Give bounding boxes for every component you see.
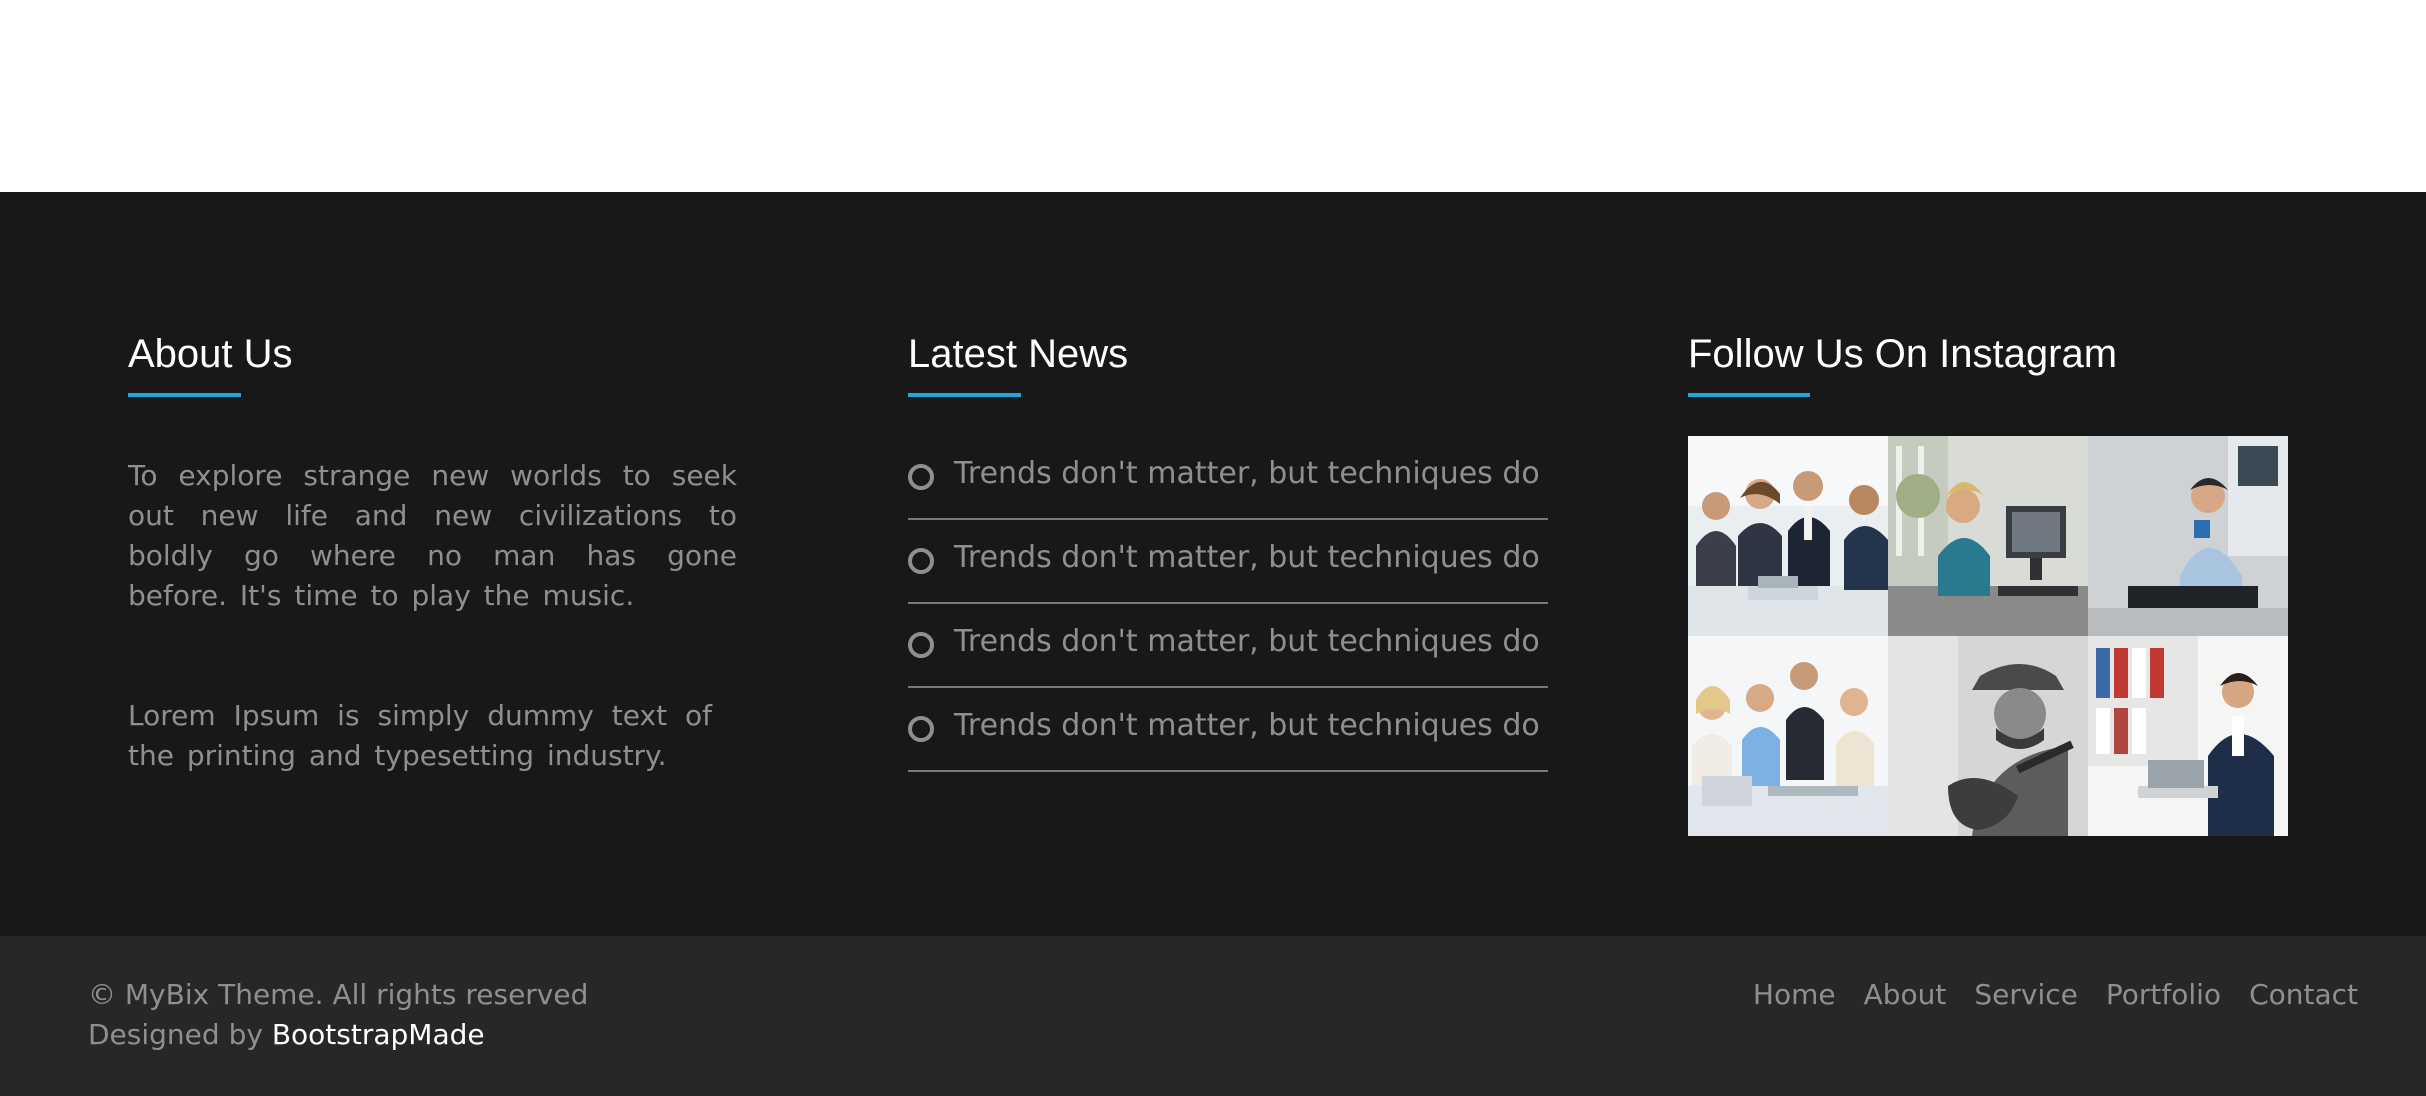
footer-nav-about[interactable]: About bbox=[1864, 975, 1947, 1015]
man-at-laptop-photo[interactable] bbox=[2088, 636, 2288, 836]
guitarist-image bbox=[1888, 636, 2088, 836]
news-item[interactable]: Trends don't matter, but techniques do bbox=[908, 436, 1548, 520]
woman-at-computer-photo[interactable] bbox=[1888, 436, 2088, 636]
news-title: Latest News bbox=[908, 332, 1129, 376]
designed-by-prefix: Designed by bbox=[88, 1018, 272, 1051]
team-meeting-image bbox=[1688, 436, 1888, 636]
circle-icon bbox=[908, 632, 934, 658]
news-list: Trends don't matter, but techniques do T… bbox=[908, 436, 1548, 772]
guitarist-photo[interactable] bbox=[1888, 636, 2088, 836]
news-item[interactable]: Trends don't matter, but techniques do bbox=[908, 688, 1548, 772]
footer-nav-home[interactable]: Home bbox=[1753, 975, 1836, 1015]
news-item[interactable]: Trends don't matter, but techniques do bbox=[908, 604, 1548, 688]
news-item-text[interactable]: Trends don't matter, but techniques do bbox=[954, 622, 1540, 662]
designed-by-text: Designed by BootstrapMade bbox=[88, 1015, 485, 1055]
footer-nav-contact[interactable]: Contact bbox=[2249, 975, 2358, 1015]
top-blank-area bbox=[0, 0, 2426, 192]
team-meeting-photo[interactable] bbox=[1688, 436, 1888, 636]
news-title-underline bbox=[908, 393, 1021, 397]
copyright-text: © MyBix Theme. All rights reserved bbox=[88, 978, 589, 1011]
circle-icon bbox=[908, 548, 934, 574]
instagram-title-underline bbox=[1688, 393, 1810, 397]
office-team-photo[interactable] bbox=[1688, 636, 1888, 836]
circle-icon bbox=[908, 716, 934, 742]
footer-nav: Home About Service Portfolio Contact bbox=[1753, 975, 2358, 1015]
office-team-image bbox=[1688, 636, 1888, 836]
news-item[interactable]: Trends don't matter, but techniques do bbox=[908, 520, 1548, 604]
man-with-coffee-photo[interactable] bbox=[2088, 436, 2288, 636]
about-paragraph-secondary: Lorem Ipsum is simply dummy text of the … bbox=[128, 699, 712, 772]
woman-at-computer-image bbox=[1888, 436, 2088, 636]
footer-nav-portfolio[interactable]: Portfolio bbox=[2106, 975, 2221, 1015]
instagram-grid bbox=[1688, 436, 2288, 836]
man-at-laptop-image bbox=[2088, 636, 2288, 836]
about-title: About Us bbox=[128, 332, 293, 376]
designer-link[interactable]: BootstrapMade bbox=[272, 1018, 485, 1051]
news-item-text[interactable]: Trends don't matter, but techniques do bbox=[954, 454, 1540, 494]
circle-icon bbox=[908, 464, 934, 490]
about-title-underline bbox=[128, 393, 241, 397]
news-item-text[interactable]: Trends don't matter, but techniques do bbox=[954, 706, 1540, 746]
footer-nav-service[interactable]: Service bbox=[1974, 975, 2077, 1015]
news-item-text[interactable]: Trends don't matter, but techniques do bbox=[954, 538, 1540, 578]
about-paragraph: To explore strange new worlds to seek ou… bbox=[128, 459, 737, 612]
man-with-coffee-image bbox=[2088, 436, 2288, 636]
instagram-title: Follow Us On Instagram bbox=[1688, 332, 2118, 376]
